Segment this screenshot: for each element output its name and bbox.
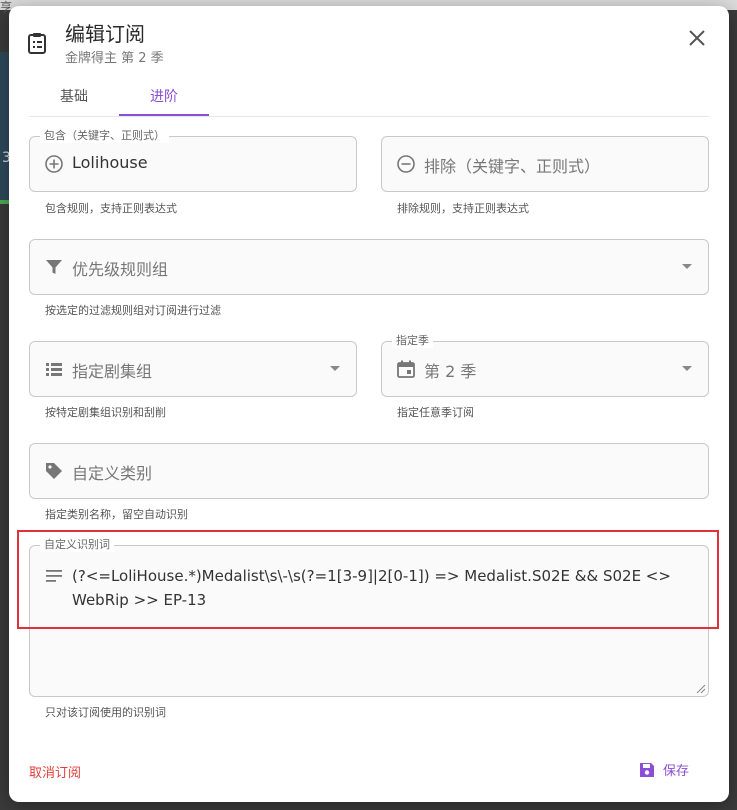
- priority-hint: 按选定的过滤规则组对订阅进行过滤: [45, 304, 221, 317]
- save-icon: [640, 762, 654, 777]
- lines-icon: [46, 570, 62, 582]
- priority-placeholder: 优先级规则组: [72, 260, 169, 279]
- season-value: 第 2 季: [424, 362, 477, 381]
- clipboard-icon: [28, 33, 46, 54]
- filter-icon: [46, 260, 62, 274]
- tab-advanced[interactable]: 进阶: [119, 86, 209, 116]
- season-select[interactable]: 指定季 第 2 季: [381, 334, 709, 397]
- season-hint: 指定任意季订阅: [397, 406, 474, 419]
- resize-handle-icon[interactable]: [696, 684, 706, 694]
- close-icon[interactable]: [687, 28, 707, 48]
- custom-words-hint: 只对该订阅使用的识别词: [45, 706, 166, 719]
- season-legend: 指定季: [392, 334, 433, 348]
- exclude-field[interactable]: 排除（关键字、正则式）: [381, 136, 709, 192]
- list-icon: [46, 363, 62, 376]
- custom-words-legend: 自定义识别词: [40, 538, 114, 552]
- save-label: 保存: [663, 764, 690, 779]
- plus-circle-icon: [45, 155, 63, 173]
- active-tab-indicator: [119, 114, 209, 116]
- dialog-subtitle: 金牌得主 第 2 季: [65, 51, 164, 66]
- custom-category-field[interactable]: 自定义类别: [29, 443, 709, 499]
- minus-circle-icon: [397, 155, 415, 173]
- include-field[interactable]: 包含（关键字、正则式） Lolihouse: [29, 129, 357, 192]
- include-hint: 包含规则，支持正则表达式: [45, 202, 177, 215]
- chevron-down-icon: [682, 366, 692, 371]
- episode-group-placeholder: 指定剧集组: [72, 362, 153, 381]
- custom-words-value: (?<=LoliHouse.*)Medalist\s\-\s(?=1[3-9]|…: [72, 567, 671, 609]
- tabs-divider: [29, 116, 709, 117]
- chevron-down-icon: [682, 264, 692, 269]
- calendar-icon: [397, 360, 415, 378]
- dialog-title: 编辑订阅: [65, 22, 145, 46]
- save-button[interactable]: 保存: [639, 760, 689, 779]
- include-value: Lolihouse: [72, 153, 148, 172]
- cancel-subscription-button[interactable]: 取消订阅: [29, 762, 81, 781]
- category-placeholder: 自定义类别: [72, 464, 153, 483]
- tab-basic[interactable]: 基础: [29, 86, 119, 116]
- exclude-placeholder: 排除（关键字、正则式）: [424, 157, 601, 176]
- category-hint: 指定类别名称，留空自动识别: [45, 508, 188, 521]
- include-legend: 包含（关键字、正则式）: [40, 129, 169, 143]
- exclude-hint: 排除规则，支持正则表达式: [397, 202, 529, 215]
- edit-subscription-dialog: 编辑订阅 金牌得主 第 2 季 基础 进阶 包含（关键字、正则式） Loliho…: [9, 6, 729, 802]
- chevron-down-icon: [330, 366, 340, 371]
- custom-words-textarea[interactable]: 自定义识别词 (?<=LoliHouse.*)Medalist\s\-\s(?=…: [29, 538, 709, 697]
- tag-icon: [46, 463, 62, 479]
- episode-group-select[interactable]: 指定剧集组: [29, 341, 357, 397]
- episode-group-hint: 按特定剧集组识别和刮削: [45, 406, 166, 419]
- priority-rule-group-select[interactable]: 优先级规则组: [29, 239, 709, 295]
